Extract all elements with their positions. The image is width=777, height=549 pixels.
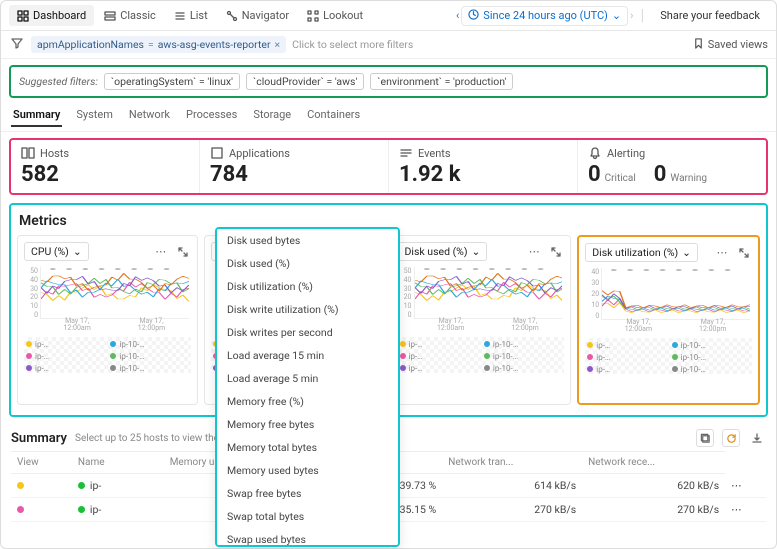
nav-tab-classic[interactable]: Classic	[96, 5, 164, 26]
menu-item[interactable]: Memory free bytes	[217, 413, 398, 436]
time-next-icon[interactable]: ›	[630, 9, 633, 22]
suggested-chip[interactable]: `environment` = 'production'	[370, 73, 513, 90]
stats-row: Hosts 582 Applications 784 Events 1.92 k…	[9, 138, 768, 195]
menu-item[interactable]: Load average 5 min	[217, 367, 398, 390]
chart-legend: ip-…ip-10-…ip-…ip-10-…ip-…ip-10-…	[24, 337, 191, 373]
nav-tab-dashboard[interactable]: Dashboard	[9, 5, 94, 26]
tab-network[interactable]: Network	[127, 104, 172, 127]
chevron-down-icon: ⌄	[682, 246, 691, 259]
menu-item[interactable]: Disk used bytes	[217, 229, 398, 252]
menu-item[interactable]: Swap used bytes	[217, 528, 398, 547]
metric-card: CPU (%)⌄ ⋯ 50403020100 May 17,12:00amMay…	[17, 235, 198, 405]
expand-icon[interactable]	[548, 244, 564, 260]
table-header[interactable]	[142, 452, 164, 474]
share-feedback-link[interactable]: Share your feedback	[652, 5, 768, 26]
chart[interactable]: 403020100 May 17,12:00amMay 17,12:00pm	[585, 268, 752, 334]
filter-icon[interactable]	[9, 37, 25, 52]
expand-icon[interactable]	[736, 245, 752, 261]
menu-item[interactable]: Memory total bytes	[217, 436, 398, 459]
expand-icon[interactable]	[175, 244, 191, 260]
chart[interactable]: 50403020100 May 17,12:00amMay 17,12:00pm	[24, 267, 191, 333]
flow-icon	[226, 10, 238, 22]
table-header[interactable]: Network tran...	[442, 452, 582, 474]
menu-item[interactable]: Swap free bytes	[217, 482, 398, 505]
tab-system[interactable]: System	[74, 104, 115, 127]
stat-events[interactable]: Events 1.92 k	[389, 140, 578, 193]
stat-alerting[interactable]: Alerting 0Critical 0Warning	[578, 140, 766, 193]
suggested-chip[interactable]: `cloudProvider` = 'aws'	[246, 73, 364, 90]
menu-item[interactable]: Load average 15 min	[217, 344, 398, 367]
metric-selector[interactable]: Disk used (%)⌄	[398, 242, 488, 261]
suggested-label: Suggested filters:	[19, 75, 98, 88]
chip-remove-icon[interactable]: ×	[275, 38, 281, 51]
filter-bar: apmApplicationNames = aws-asg-events-rep…	[1, 31, 776, 59]
saved-views-button[interactable]: Saved views	[693, 38, 768, 52]
grid-icon	[17, 10, 29, 22]
filter-placeholder[interactable]: Click to select more filters	[292, 38, 413, 51]
menu-item[interactable]: Disk used (%)	[217, 252, 398, 275]
chart-legend: ip-…ip-10-…ip-…ip-10-…ip-…ip-10-…	[585, 338, 752, 374]
stat-applications[interactable]: Applications 784	[200, 140, 389, 193]
more-icon[interactable]: ⋯	[714, 245, 730, 261]
row-more-icon[interactable]: ⋯	[725, 474, 766, 498]
menu-item[interactable]: Disk utilization (%)	[217, 275, 398, 298]
tab-summary[interactable]: Summary	[11, 104, 62, 127]
chevron-down-icon: ⌄	[73, 245, 82, 258]
menu-item[interactable]: Disk write utilization (%)	[217, 298, 398, 321]
stat-hosts[interactable]: Hosts 582	[11, 140, 200, 193]
refresh-button[interactable]	[722, 429, 740, 447]
clock-icon	[468, 9, 479, 23]
row-more-icon[interactable]: ⋯	[725, 498, 766, 522]
chart-legend: ip-…ip-10-…ip-…ip-10-…ip-…ip-10-…	[398, 337, 565, 373]
summary-title: Summary	[11, 431, 67, 446]
more-icon[interactable]: ⋯	[153, 244, 169, 260]
top-nav: Dashboard Classic List Navigator Lookout…	[1, 1, 776, 31]
table-header[interactable]: View	[11, 452, 72, 474]
metric-card: Disk used (%)⌄ ⋯ 50403020100 May 17,12:0…	[391, 235, 572, 405]
download-button[interactable]	[748, 429, 766, 447]
menu-item[interactable]: Memory free (%)	[217, 390, 398, 413]
menu-item[interactable]: Disk writes per second	[217, 321, 398, 344]
tab-containers[interactable]: Containers	[305, 104, 362, 127]
suggested-chip[interactable]: `operatingSystem` = 'linux'	[104, 73, 240, 90]
time-prev-icon[interactable]: ‹	[456, 9, 459, 22]
chevron-down-icon: ⌄	[612, 9, 621, 22]
nav-tab-list[interactable]: List	[166, 5, 216, 26]
table-header[interactable]: Network rece...	[582, 452, 725, 474]
metric-selector[interactable]: Disk utilization (%)⌄	[585, 243, 698, 262]
stack-icon	[104, 10, 116, 22]
bell-icon	[588, 146, 602, 160]
menu-item[interactable]: Swap total bytes	[217, 505, 398, 528]
hosts-icon	[21, 146, 35, 160]
bookmark-icon	[693, 38, 704, 52]
tab-storage[interactable]: Storage	[251, 104, 293, 127]
copy-button[interactable]	[696, 429, 714, 447]
chart[interactable]: 50403020100 May 17,12:00amMay 17,12:00pm	[398, 267, 565, 333]
nav-tab-navigator[interactable]: Navigator	[218, 5, 297, 26]
list-icon	[174, 10, 186, 22]
grid4-icon	[307, 10, 319, 22]
apps-icon	[210, 146, 224, 160]
suggested-filters-box: Suggested filters: `operatingSystem` = '…	[9, 65, 768, 98]
filter-chip[interactable]: apmApplicationNames = aws-asg-events-rep…	[31, 36, 286, 53]
section-tabs: Summary System Network Processes Storage…	[1, 100, 776, 132]
chevron-down-icon: ⌄	[472, 245, 481, 258]
events-icon	[399, 146, 413, 160]
tab-processes[interactable]: Processes	[184, 104, 239, 127]
menu-item[interactable]: Memory used bytes	[217, 459, 398, 482]
metric-card: Disk utilization (%)⌄ ⋯ 403020100 May 17…	[577, 235, 760, 405]
time-range-selector[interactable]: Since 24 hours ago (UTC) ⌄	[461, 6, 628, 26]
nav-tab-label: Dashboard	[33, 9, 86, 22]
metric-selector-menu[interactable]: Disk used bytesDisk used (%)Disk utiliza…	[215, 227, 400, 547]
metric-selector[interactable]: CPU (%)⌄	[24, 242, 89, 261]
more-icon[interactable]: ⋯	[526, 244, 542, 260]
nav-tab-lookout[interactable]: Lookout	[299, 5, 371, 26]
table-header[interactable]: Name	[72, 452, 142, 474]
